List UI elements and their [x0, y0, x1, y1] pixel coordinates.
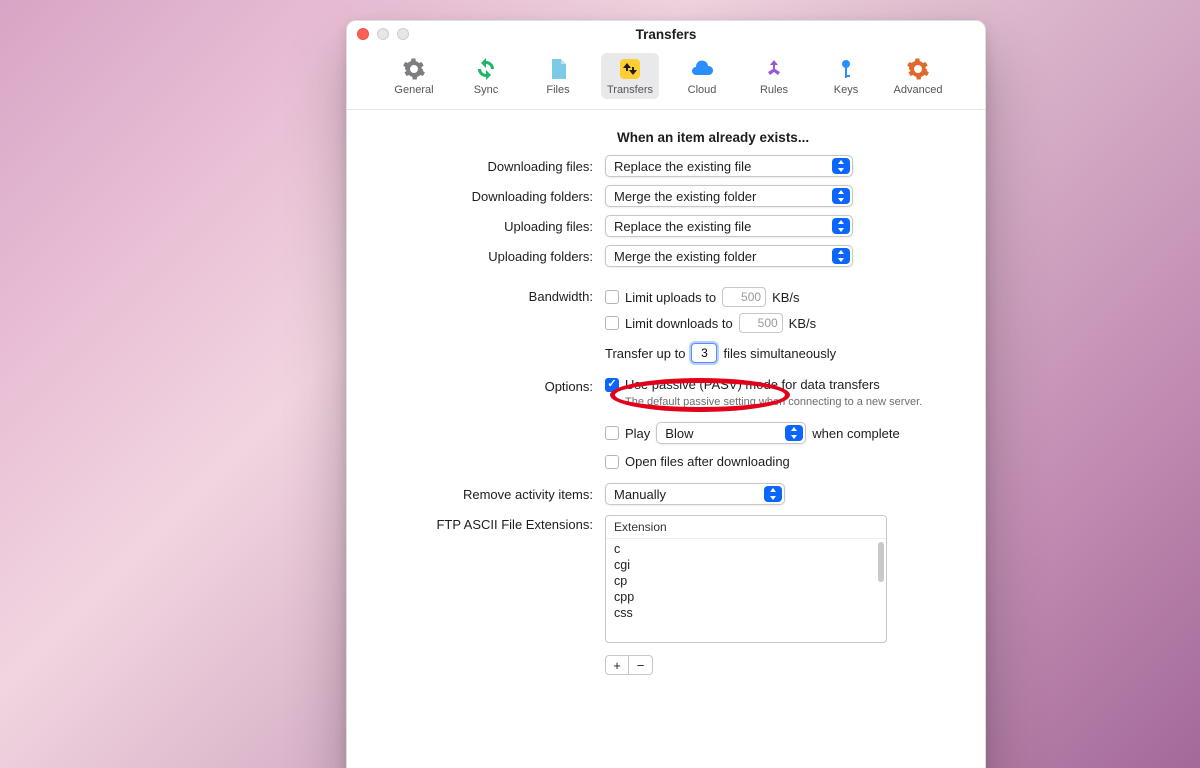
file-icon: [546, 57, 570, 81]
label-bandwidth: Bandwidth:: [375, 287, 605, 304]
input-simultaneous-transfers[interactable]: 3: [691, 343, 717, 363]
tab-label: Files: [546, 84, 569, 96]
content-area: When an item already exists... Downloadi…: [347, 110, 985, 693]
section-exists-title: When an item already exists...: [617, 130, 957, 145]
remove-extension-button[interactable]: −: [629, 655, 653, 675]
label-uploading-files: Uploading files:: [375, 219, 605, 234]
popup-value: Merge the existing folder: [614, 189, 756, 204]
chevron-updown-icon: [785, 425, 803, 441]
list-item[interactable]: cgi: [606, 557, 886, 573]
tab-label: Keys: [834, 84, 858, 96]
chevron-updown-icon: [832, 248, 850, 264]
popup-uploading-folders[interactable]: Merge the existing folder: [605, 245, 853, 267]
popup-value: Merge the existing folder: [614, 249, 756, 264]
ascii-extensions-list[interactable]: Extension c cgi cp cpp css: [605, 515, 887, 643]
label-downloading-files: Downloading files:: [375, 159, 605, 174]
tab-general[interactable]: General: [385, 53, 443, 99]
popup-remove-activity[interactable]: Manually: [605, 483, 785, 505]
sync-icon: [474, 57, 498, 81]
input-limit-downloads[interactable]: 500: [739, 313, 783, 333]
popup-downloading-files[interactable]: Replace the existing file: [605, 155, 853, 177]
tab-files[interactable]: Files: [529, 53, 587, 99]
preferences-window: Transfers General Sync Files Transfers: [346, 20, 986, 768]
list-item[interactable]: css: [606, 605, 886, 621]
tab-label: Transfers: [607, 84, 653, 96]
minimize-button[interactable]: [377, 28, 389, 40]
list-item[interactable]: cpp: [606, 589, 886, 605]
gear-icon: [402, 57, 426, 81]
titlebar: Transfers: [347, 21, 985, 47]
chevron-updown-icon: [832, 158, 850, 174]
input-limit-uploads[interactable]: 500: [722, 287, 766, 307]
play-suffix: when complete: [812, 426, 899, 441]
transfer-prefix: Transfer up to: [605, 346, 685, 361]
transfer-suffix: files simultaneously: [723, 346, 836, 361]
checkbox-limit-downloads[interactable]: [605, 316, 619, 330]
unit-kbps: KB/s: [789, 316, 816, 331]
chevron-updown-icon: [832, 218, 850, 234]
popup-value: Manually: [614, 487, 666, 502]
checkbox-play-sound[interactable]: [605, 426, 619, 440]
prefs-toolbar: General Sync Files Transfers Cloud: [347, 47, 985, 110]
label-ascii-extensions: FTP ASCII File Extensions:: [375, 515, 605, 532]
popup-value: Replace the existing file: [614, 219, 751, 234]
checkbox-limit-uploads[interactable]: [605, 290, 619, 304]
label-downloading-folders: Downloading folders:: [375, 189, 605, 204]
traffic-lights: [357, 28, 409, 40]
play-label: Play: [625, 426, 650, 441]
tab-transfers[interactable]: Transfers: [601, 53, 659, 99]
pasv-label: Use passive (PASV) mode for data transfe…: [625, 377, 880, 392]
cloud-icon: [690, 57, 714, 81]
checkbox-pasv[interactable]: [605, 378, 619, 392]
ascii-list-items: c cgi cp cpp css: [606, 539, 886, 643]
label-remove-activity: Remove activity items:: [375, 487, 605, 502]
pasv-description: The default passive setting when connect…: [625, 396, 957, 408]
tab-advanced[interactable]: Advanced: [889, 53, 947, 99]
tab-rules[interactable]: Rules: [745, 53, 803, 99]
zoom-button[interactable]: [397, 28, 409, 40]
list-item[interactable]: c: [606, 541, 886, 557]
advanced-gear-icon: [906, 57, 930, 81]
tab-sync[interactable]: Sync: [457, 53, 515, 99]
rules-icon: [762, 57, 786, 81]
label-options: Options:: [375, 377, 605, 394]
transfers-icon: [618, 57, 642, 81]
tab-label: Sync: [474, 84, 498, 96]
popup-uploading-files[interactable]: Replace the existing file: [605, 215, 853, 237]
tab-keys[interactable]: Keys: [817, 53, 875, 99]
window-title: Transfers: [347, 27, 985, 42]
tab-cloud[interactable]: Cloud: [673, 53, 731, 99]
close-button[interactable]: [357, 28, 369, 40]
list-item[interactable]: cp: [606, 573, 886, 589]
popup-value: Blow: [665, 426, 693, 441]
add-extension-button[interactable]: +: [605, 655, 629, 675]
scrollbar[interactable]: [878, 542, 884, 582]
limit-downloads-label: Limit downloads to: [625, 316, 733, 331]
popup-play-sound[interactable]: Blow: [656, 422, 806, 444]
tab-label: General: [394, 84, 433, 96]
checkbox-open-after[interactable]: [605, 455, 619, 469]
tab-label: Rules: [760, 84, 788, 96]
open-after-label: Open files after downloading: [625, 454, 790, 469]
popup-downloading-folders[interactable]: Merge the existing folder: [605, 185, 853, 207]
ascii-list-header: Extension: [606, 516, 886, 539]
label-uploading-folders: Uploading folders:: [375, 249, 605, 264]
chevron-updown-icon: [764, 486, 782, 502]
limit-uploads-label: Limit uploads to: [625, 290, 716, 305]
chevron-updown-icon: [832, 188, 850, 204]
tab-label: Cloud: [688, 84, 717, 96]
popup-value: Replace the existing file: [614, 159, 751, 174]
key-icon: [834, 57, 858, 81]
tab-label: Advanced: [894, 84, 943, 96]
unit-kbps: KB/s: [772, 290, 799, 305]
